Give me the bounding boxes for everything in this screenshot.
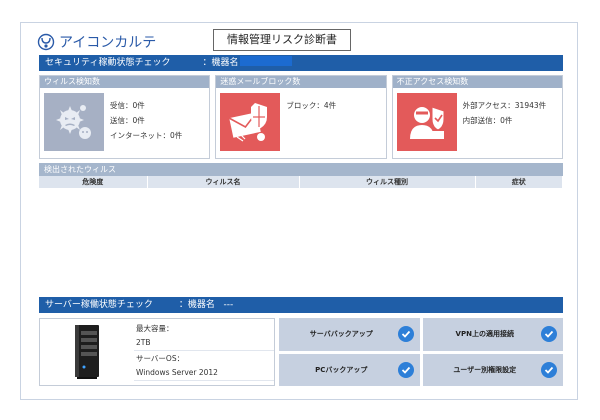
server-tower-icon — [40, 319, 134, 385]
brand-logo: アイコンカルテ — [37, 32, 156, 52]
check-label: PCバックアップ — [315, 365, 368, 374]
check-item-server-backup: サーババックアップ — [279, 318, 420, 351]
spam-blocked-count: ブロック：4件 — [286, 101, 337, 110]
virus-detect-panel: ウィルス検知数 受信：0件 送信：0件 インターネット：0件 — [39, 75, 211, 159]
stethoscope-icon — [37, 33, 55, 51]
intrusion-detect-panel: 不正アクセス検知数 外部アクセス：31943件 内部送信：0件 — [391, 75, 563, 159]
column-header-risk: 危険度 — [39, 176, 148, 188]
table-header-row: 危険度 ウィルス名 ウィルス種別 症状 — [39, 176, 563, 188]
os-label: サーバーOS： — [136, 354, 185, 363]
security-panels: ウィルス検知数 受信：0件 送信：0件 インターネット：0件 迷惑メールブロック… — [39, 75, 563, 159]
server-specs: 最大容量： 2TB サーバーOS： Windows Server 2012 — [134, 319, 274, 385]
column-header-virus-name: ウィルス名 — [147, 176, 300, 188]
panel-title: 不正アクセス検知数 — [392, 76, 562, 88]
server-checks-grid: サーババックアップ VPN上の適用接続 PCバックアップ ユーザー別権限設定 — [279, 318, 563, 386]
virus-received-count: 受信：0件 — [110, 101, 145, 110]
security-check-title: セキュリティ稼動状態チェック — [45, 58, 171, 68]
virus-internet-count: インターネット：0件 — [110, 131, 183, 140]
internal-send-count: 内部送信：0件 — [462, 116, 513, 125]
column-header-symptom: 症状 — [475, 176, 563, 188]
brand-name: アイコンカルテ — [59, 35, 157, 51]
os-value: Windows Server 2012 — [134, 366, 274, 381]
check-label: VPN上の適用接続 — [455, 330, 514, 339]
check-item-user-permissions: ユーザー別権限設定 — [422, 353, 563, 386]
spam-block-panel: 迷惑メールブロック数 ブロック：4件 — [215, 75, 387, 159]
spam-mail-icon — [220, 93, 281, 151]
check-label: サーババックアップ — [309, 330, 373, 339]
server-check-bar: サーバー稼働状態チェック ：機器名 --- — [39, 297, 563, 313]
server-status-row: 最大容量： 2TB サーバーOS： Windows Server 2012 サー… — [39, 318, 563, 386]
check-item-vpn: VPN上の適用接続 — [422, 318, 563, 351]
server-device-label: ：機器名 — [178, 300, 215, 310]
security-device-label: ：機器名 — [202, 58, 239, 68]
external-access-count: 外部アクセス：31943件 — [462, 101, 547, 110]
device-name-field — [240, 56, 293, 66]
virus-icon — [44, 93, 104, 151]
check-label: ユーザー別権限設定 — [453, 365, 517, 374]
column-header-virus-type: ウィルス種別 — [299, 176, 476, 188]
server-device-value: --- — [223, 300, 234, 310]
virus-table: 危険度 ウィルス名 ウィルス種別 症状 — [39, 176, 563, 188]
report-sheet: アイコンカルテ 情報管理リスク診断書 セキュリティ稼動状態チェック ：機器名 ウィ… — [20, 22, 578, 400]
panel-title: 迷惑メールブロック数 — [216, 76, 386, 88]
detected-virus-section: 検出されたウィルス 危険度 ウィルス名 ウィルス種別 症状 — [39, 163, 563, 303]
document-title: 情報管理リスク診断書 — [213, 29, 351, 51]
server-check-title: サーバー稼働状態チェック — [45, 300, 153, 310]
header-blank-field — [423, 33, 563, 49]
detected-virus-title: 検出されたウィルス — [39, 163, 563, 176]
check-item-pc-backup: PCバックアップ — [279, 353, 420, 386]
capacity-label: 最大容量： — [136, 324, 174, 333]
panel-title: ウィルス検知数 — [40, 76, 210, 88]
server-info-box: 最大容量： 2TB サーバーOS： Windows Server 2012 — [39, 318, 275, 386]
check-circle-icon — [541, 326, 557, 343]
virus-sent-count: 送信：0件 — [110, 116, 145, 125]
check-circle-icon — [397, 361, 414, 378]
intrusion-icon — [396, 93, 457, 151]
capacity-value: 2TB — [134, 336, 274, 351]
check-circle-icon — [397, 326, 414, 343]
check-circle-icon — [541, 361, 557, 378]
security-check-bar: セキュリティ稼動状態チェック ：機器名 — [39, 55, 563, 71]
